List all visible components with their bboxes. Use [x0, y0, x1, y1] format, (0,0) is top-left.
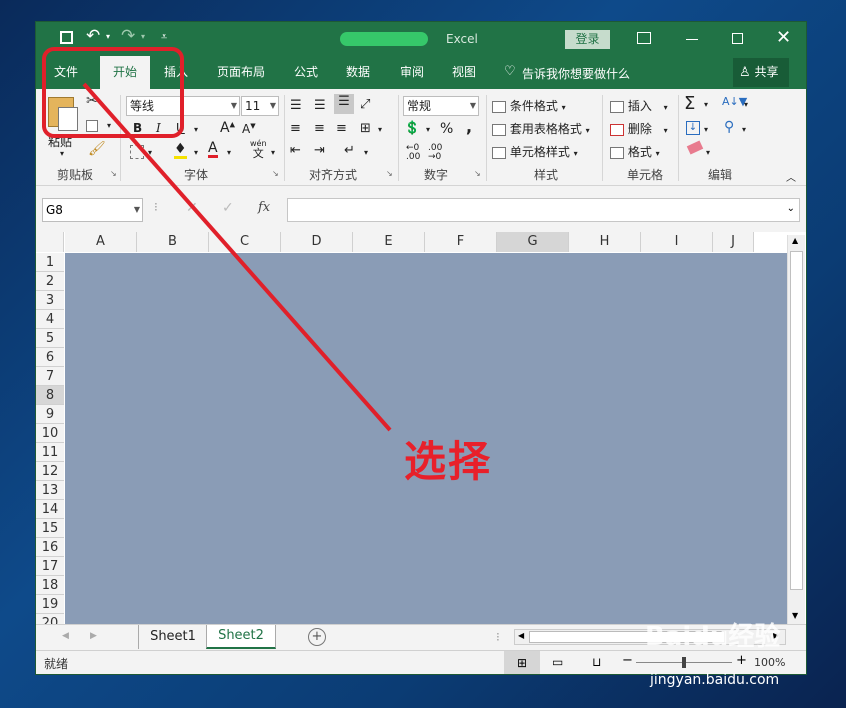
annotation-label: 选择: [404, 437, 493, 486]
pointer-arrow-annotation: [82, 82, 392, 432]
watermark-url: jingyan.baidu.com: [650, 672, 780, 688]
watermark-brand: Baidu经验: [645, 622, 781, 652]
